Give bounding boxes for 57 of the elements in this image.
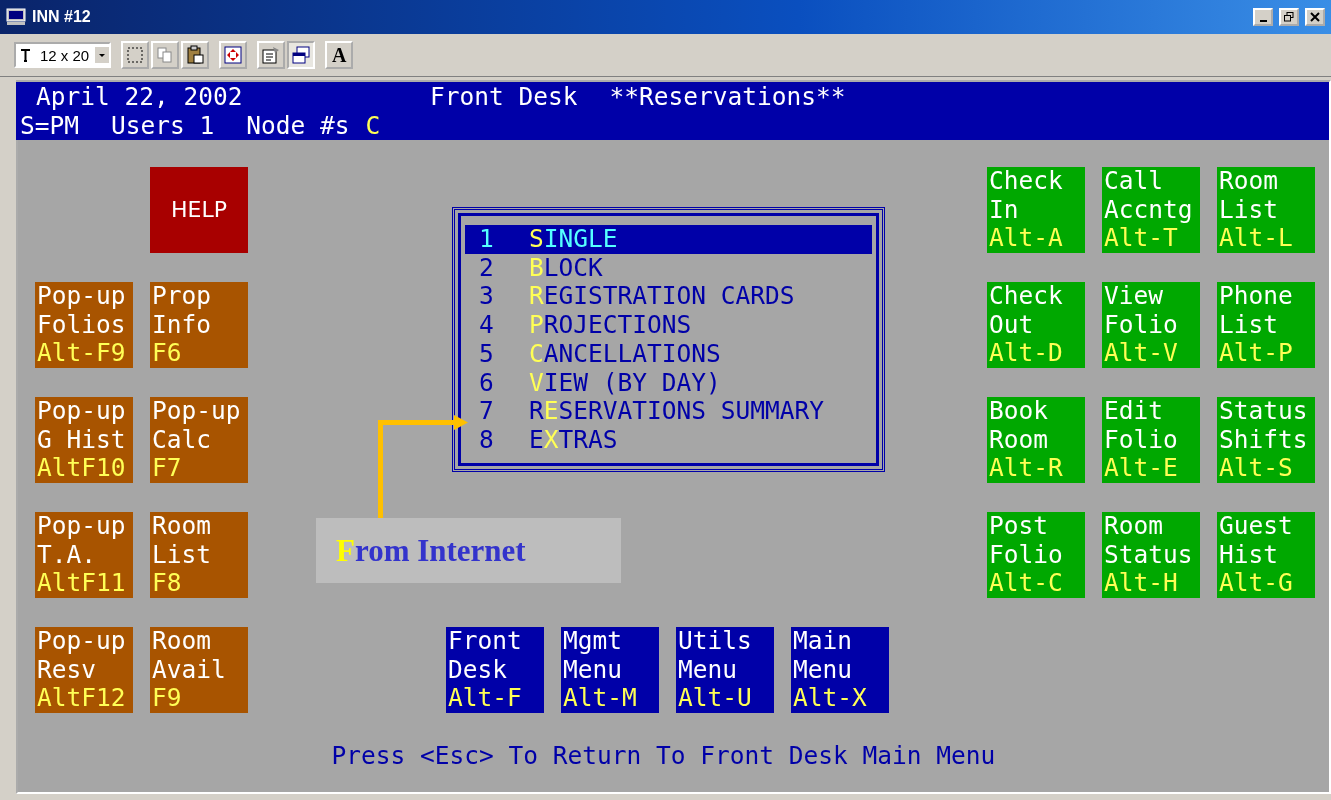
function-key-button[interactable]: Main Menu Alt-X: [791, 627, 889, 713]
restore-icon: [1284, 12, 1294, 22]
screen-subtitle: **Reservations**: [609, 82, 846, 111]
menu-item[interactable]: 5 CANCELLATIONS: [465, 339, 872, 369]
computer-icon: [6, 8, 26, 26]
properties-icon[interactable]: [257, 41, 286, 69]
status-text: Press <Esc> To Return To Front Desk Main Menu: [330, 741, 997, 770]
function-key-button[interactable]: Check Out Alt-D: [987, 282, 1085, 368]
function-key-button[interactable]: Room Avail F9: [150, 627, 248, 713]
select-icon[interactable]: [121, 41, 150, 69]
font-button[interactable]: A: [325, 41, 354, 69]
help-button[interactable]: HELP: [150, 167, 248, 253]
window-icon[interactable]: [287, 41, 316, 69]
node-value: C: [365, 111, 381, 140]
function-key-button[interactable]: Room Status Alt-H: [1102, 512, 1200, 598]
menu-item[interactable]: 2 BLOCK: [465, 253, 872, 283]
font-size-dropdown[interactable]: 12 x 20: [14, 42, 112, 68]
menu-item[interactable]: 1 SINGLE: [465, 225, 872, 254]
function-key-button[interactable]: Phone List Alt-P: [1217, 282, 1315, 368]
function-key-button[interactable]: Mgmt Menu Alt-M: [561, 627, 659, 713]
users-text: Users 1: [111, 111, 215, 140]
function-key-button[interactable]: Pop-up G Hist AltF10: [35, 397, 133, 483]
function-key-button[interactable]: Status Shifts Alt-S: [1217, 397, 1315, 483]
function-key-button[interactable]: Pop-up T.A. AltF11: [35, 512, 133, 598]
close-icon: [1310, 12, 1320, 22]
menu-item[interactable]: 6 VIEW (BY DAY): [465, 368, 872, 398]
function-key-button[interactable]: Edit Folio Alt-E: [1102, 397, 1200, 483]
minimize-button[interactable]: [1253, 8, 1273, 26]
function-key-button[interactable]: Room List F8: [150, 512, 248, 598]
function-key-button[interactable]: Guest Hist Alt-G: [1217, 512, 1315, 598]
session-text: S=PM: [20, 111, 79, 140]
function-key-button[interactable]: Book Room Alt-R: [987, 397, 1085, 483]
function-key-button[interactable]: Front Desk Alt-F: [446, 627, 544, 713]
menu-item[interactable]: 3 REGISTRATION CARDS: [465, 282, 872, 312]
function-key-button[interactable]: Pop-up Folios Alt-F9: [35, 282, 133, 368]
function-key-button[interactable]: Pop-up Calc F7: [150, 397, 248, 483]
menu-item[interactable]: 7 RESERVATIONS SUMMARY: [465, 397, 872, 426]
close-button[interactable]: [1305, 8, 1325, 26]
function-key-button[interactable]: Room List Alt-L: [1217, 167, 1315, 253]
function-key-button[interactable]: Post Folio Alt-C: [987, 512, 1085, 598]
paste-icon[interactable]: [181, 41, 210, 69]
function-key-button[interactable]: View Folio Alt-V: [1102, 282, 1200, 368]
screen-title: Front Desk: [430, 82, 578, 111]
function-key-button[interactable]: Prop Info F6: [150, 282, 248, 368]
callout-label: From Internet: [316, 518, 621, 583]
menu-item[interactable]: 8 EXTRAS: [465, 425, 872, 455]
restore-button[interactable]: [1279, 8, 1299, 26]
node-label: Node #s: [246, 111, 350, 140]
function-key-button[interactable]: Pop-up Resv AltF12: [35, 627, 133, 713]
date-text: April 22, 2002: [36, 82, 244, 111]
window-title: INN #12: [32, 8, 91, 26]
function-key-button[interactable]: Utils Menu Alt-U: [676, 627, 774, 713]
function-key-button[interactable]: Check In Alt-A: [987, 167, 1085, 253]
fullscreen-icon[interactable]: [219, 41, 248, 69]
function-key-button[interactable]: Call Accntg Alt-T: [1102, 167, 1200, 253]
minimize-icon: [1259, 19, 1267, 22]
menu-item[interactable]: 4 PROJECTIONS: [465, 311, 872, 340]
